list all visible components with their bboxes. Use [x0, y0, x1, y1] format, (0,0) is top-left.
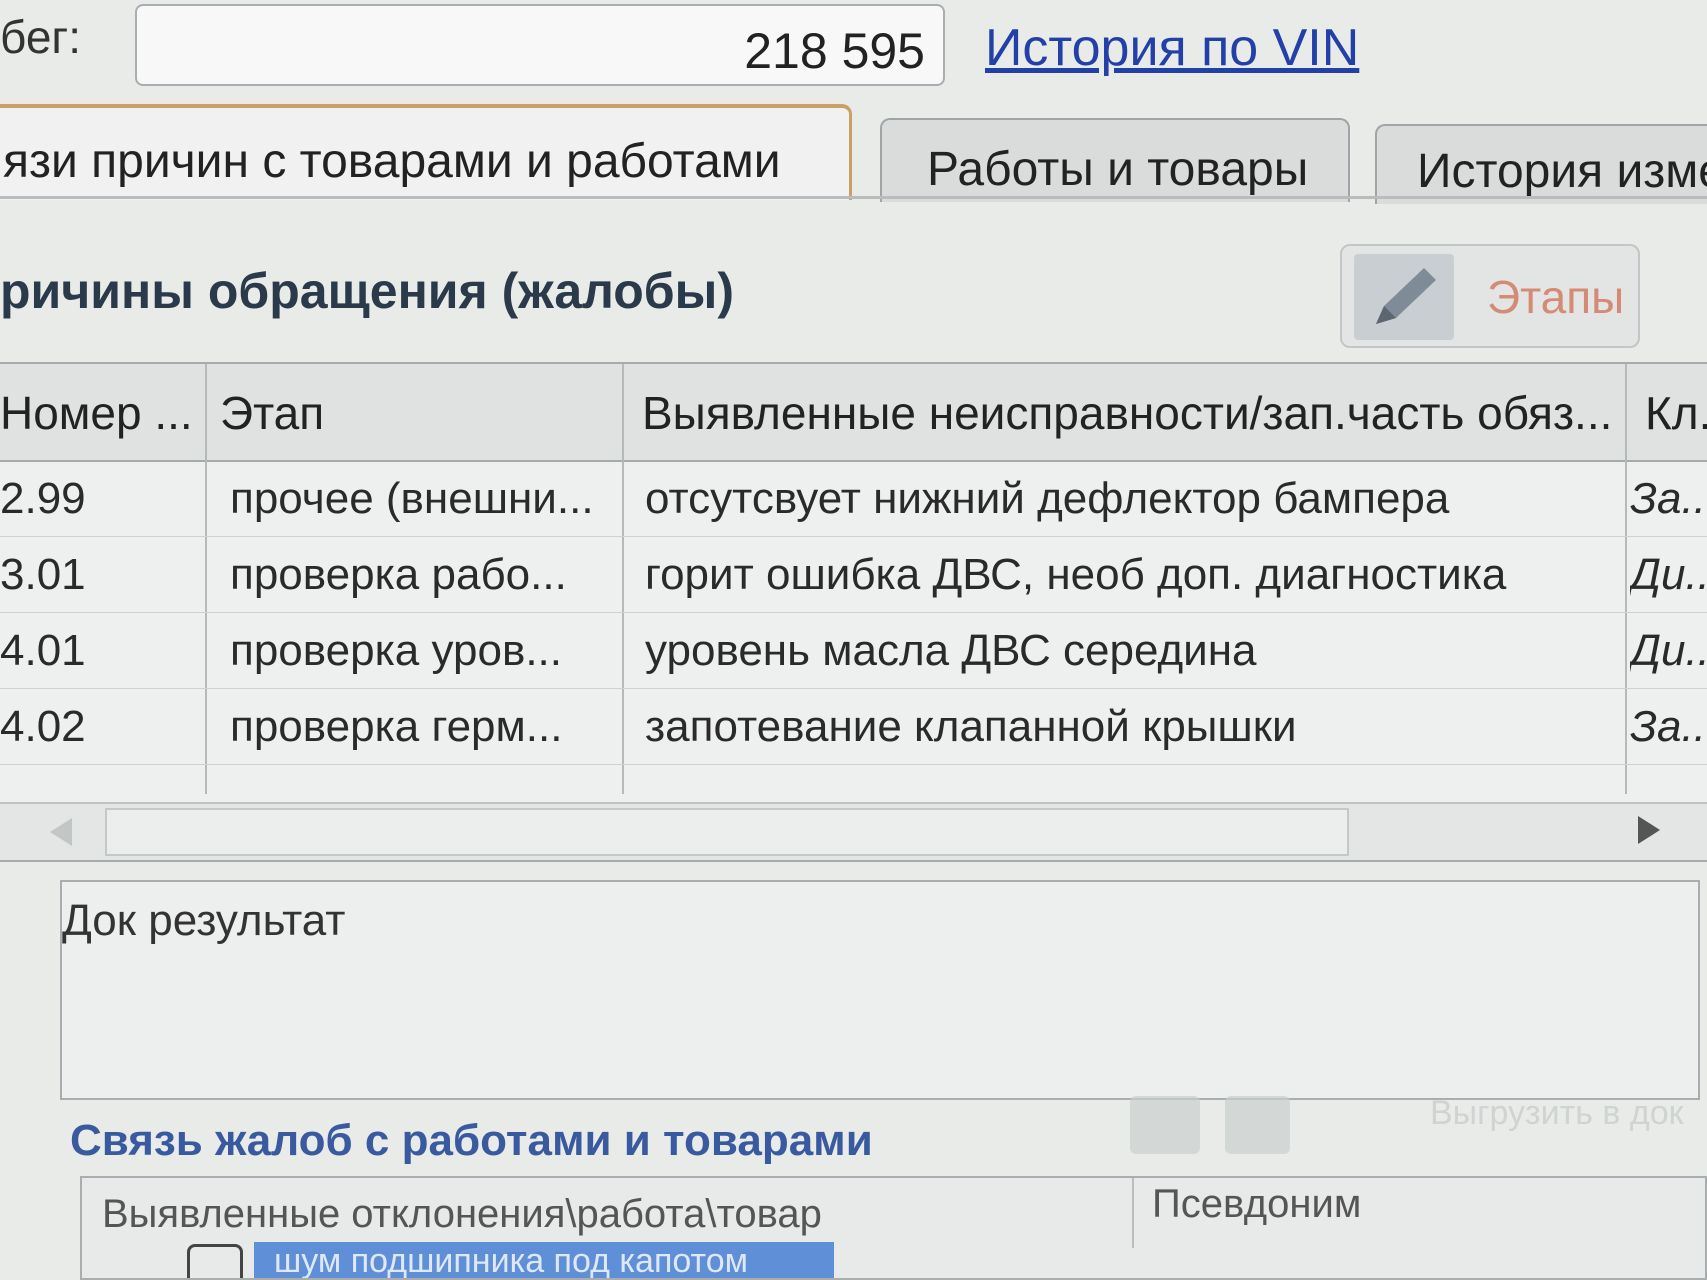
column-header-fault[interactable]: Выявленные неисправности/зап.часть обяз.… — [642, 386, 1622, 440]
cell-extra: За... — [1630, 702, 1707, 751]
cell-number: 4.01 — [0, 626, 86, 675]
export-to-doc-button[interactable]: Выгрузить в док — [1430, 1094, 1684, 1133]
cell-fault: горит ошибка ДВС, необ доп. диагностика — [645, 550, 1507, 599]
table-row[interactable]: 2.99 прочее (внешни... отсутсвует нижний… — [0, 460, 1707, 537]
column-header-stage[interactable]: Этап — [220, 386, 600, 440]
cell-fault: отсутсвует нижний дефлектор бампера — [645, 474, 1450, 523]
tab-works-and-goods[interactable]: Работы и товары — [880, 118, 1350, 202]
column-header-deviation[interactable]: Выявленные отклонения\работа\товар — [102, 1192, 822, 1237]
table-header: Номер ... Этап Выявленные неисправности/… — [0, 364, 1707, 462]
vin-history-link[interactable]: История по VIN — [985, 18, 1359, 78]
links-table: Выявленные отклонения\работа\товар Псевд… — [80, 1176, 1707, 1280]
column-header-extra[interactable]: Кл... — [1645, 386, 1707, 440]
horizontal-scrollbar[interactable] — [0, 802, 1707, 860]
cell-stage: прочее (внешни... — [230, 474, 594, 523]
links-section-title: Связь жалоб с работами и товарами — [70, 1116, 873, 1165]
cell-stage: проверка герм... — [230, 702, 563, 751]
cell-number: 2.99 — [0, 474, 86, 523]
tree-node-icon[interactable] — [187, 1244, 243, 1278]
column-header-number[interactable]: Номер ... — [0, 386, 190, 440]
cell-stage: проверка рабо... — [230, 550, 567, 599]
etapy-label: Этапы — [1487, 271, 1625, 323]
pencil-icon — [1354, 254, 1454, 340]
scroll-right-arrow-icon[interactable] — [1638, 816, 1660, 844]
cell-stage: проверка уров... — [230, 626, 562, 675]
tab-change-history[interactable]: История изме — [1375, 124, 1707, 204]
cell-extra: Ди... — [1630, 626, 1707, 675]
mileage-label: бег: — [0, 11, 81, 63]
cell-fault: запотевание клапанной крышки — [645, 702, 1297, 751]
cell-fault: уровень масла ДВС середина — [645, 626, 1257, 675]
section-title: ричины обращения (жалобы) — [0, 263, 735, 319]
table-row[interactable]: 4.02 проверка герм... запотевание клапан… — [0, 688, 1707, 765]
add-link-icon[interactable] — [1130, 1096, 1200, 1154]
complaints-table: Номер ... Этап Выявленные неисправности/… — [0, 362, 1707, 862]
cell-extra: За... — [1630, 474, 1707, 523]
table-row-partial[interactable] — [0, 764, 1707, 794]
scrollbar-thumb[interactable] — [105, 808, 1349, 856]
cell-number: 4.02 — [0, 702, 86, 751]
selected-tree-row[interactable]: шум подшипника под капотом — [254, 1242, 834, 1278]
cell-extra: Ди... — [1630, 550, 1707, 599]
etapy-button[interactable]: Этапы — [1340, 244, 1640, 348]
scroll-left-arrow-icon[interactable] — [50, 818, 72, 846]
table-row[interactable]: 4.01 проверка уров... уровень масла ДВС … — [0, 612, 1707, 689]
column-divider — [1132, 1178, 1134, 1248]
tab-complaint-links[interactable]: язи причин с товарами и работами — [0, 104, 852, 200]
tab-strip-divider — [0, 196, 1707, 199]
column-header-alias[interactable]: Псевдоним — [1152, 1182, 1361, 1227]
cell-number: 3.01 — [0, 550, 86, 599]
copy-icon[interactable] — [1225, 1096, 1290, 1154]
doc-result-label: Док результат — [62, 896, 346, 945]
doc-result-field[interactable]: Док результат — [60, 880, 1700, 1100]
table-row[interactable]: 3.01 проверка рабо... горит ошибка ДВС, … — [0, 536, 1707, 613]
mileage-field[interactable]: 218 595 — [135, 4, 945, 86]
